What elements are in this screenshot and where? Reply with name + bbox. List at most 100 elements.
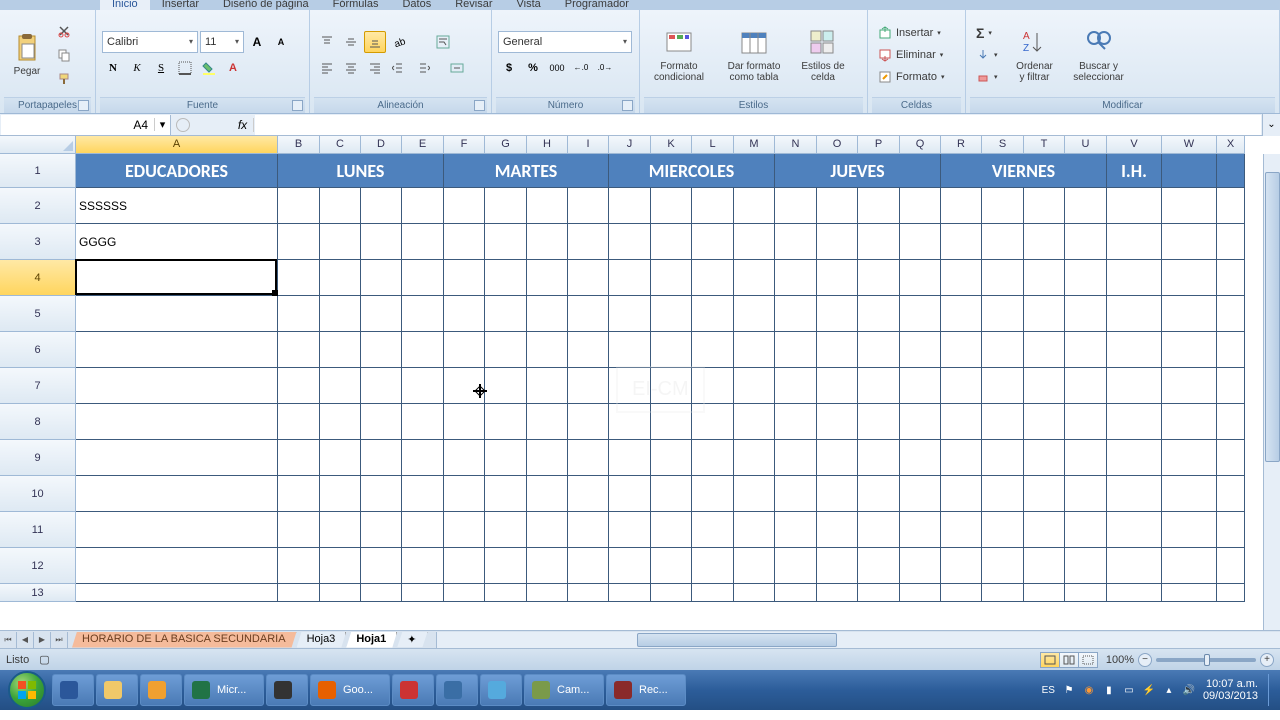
cell-F2[interactable] [444, 188, 485, 224]
cell-P11[interactable] [858, 512, 900, 548]
cell-I7[interactable] [568, 368, 609, 404]
cell-S5[interactable] [982, 296, 1024, 332]
decrease-indent-button[interactable] [388, 57, 410, 79]
cell-I4[interactable] [568, 260, 609, 296]
cell-T4[interactable] [1024, 260, 1065, 296]
cell-S10[interactable] [982, 476, 1024, 512]
col-header-G[interactable]: G [485, 136, 527, 154]
cell-A2[interactable]: SSSSSS [76, 188, 278, 224]
cell-Q8[interactable] [900, 404, 941, 440]
cell-B6[interactable] [278, 332, 320, 368]
col-header-P[interactable]: P [858, 136, 900, 154]
row-header-2[interactable]: 2 [0, 188, 76, 224]
cell-E8[interactable] [402, 404, 444, 440]
cell-C7[interactable] [320, 368, 361, 404]
cell-L10[interactable] [692, 476, 734, 512]
cell-U10[interactable] [1065, 476, 1107, 512]
cell-G4[interactable] [485, 260, 527, 296]
borders-button[interactable] [174, 57, 196, 79]
cell-W3[interactable] [1162, 224, 1217, 260]
cell-R4[interactable] [941, 260, 982, 296]
cell-N2[interactable] [775, 188, 817, 224]
cell-P6[interactable] [858, 332, 900, 368]
cell-W4[interactable] [1162, 260, 1217, 296]
cell-D2[interactable] [361, 188, 402, 224]
language-indicator[interactable]: ES [1042, 685, 1055, 696]
tab-datos[interactable]: Datos [390, 0, 443, 10]
cell-G13[interactable] [485, 584, 527, 602]
cell-X11[interactable] [1217, 512, 1245, 548]
cell-W10[interactable] [1162, 476, 1217, 512]
cell-G7[interactable] [485, 368, 527, 404]
taskbar-item-firefox[interactable]: Goo... [310, 674, 390, 706]
col-header-R[interactable]: R [941, 136, 982, 154]
cell-M5[interactable] [734, 296, 775, 332]
cell-J7[interactable] [609, 368, 651, 404]
cell-T12[interactable] [1024, 548, 1065, 584]
cell-M2[interactable] [734, 188, 775, 224]
col-header-V[interactable]: V [1107, 136, 1162, 154]
cell-B10[interactable] [278, 476, 320, 512]
cell-styles-button[interactable]: Estilos de celda [794, 16, 852, 94]
cell-J2[interactable] [609, 188, 651, 224]
cell-D13[interactable] [361, 584, 402, 602]
col-header-I[interactable]: I [568, 136, 609, 154]
cell-G10[interactable] [485, 476, 527, 512]
horizontal-scrollbar[interactable] [436, 632, 1280, 648]
cell-X6[interactable] [1217, 332, 1245, 368]
cell-R5[interactable] [941, 296, 982, 332]
cell-E11[interactable] [402, 512, 444, 548]
cell-N10[interactable] [775, 476, 817, 512]
row-header-12[interactable]: 12 [0, 548, 76, 584]
cell-W8[interactable] [1162, 404, 1217, 440]
taskbar-item-excel[interactable]: Micr... [184, 674, 264, 706]
cell-C5[interactable] [320, 296, 361, 332]
cell-L11[interactable] [692, 512, 734, 548]
align-left-button[interactable] [316, 57, 338, 79]
cell-V11[interactable] [1107, 512, 1162, 548]
col-header-O[interactable]: O [817, 136, 858, 154]
cell-Q5[interactable] [900, 296, 941, 332]
align-middle-button[interactable] [340, 31, 362, 53]
cell-P4[interactable] [858, 260, 900, 296]
show-desktop-button[interactable] [1268, 674, 1276, 706]
sheet-nav-first[interactable]: ⏮ [0, 632, 17, 648]
cell-D7[interactable] [361, 368, 402, 404]
percent-button[interactable]: % [522, 57, 544, 79]
row-header-6[interactable]: 6 [0, 332, 76, 368]
taskbar-item-movie[interactable] [436, 674, 478, 706]
cell-K7[interactable] [651, 368, 692, 404]
cell-F3[interactable] [444, 224, 485, 260]
decrease-decimal-button[interactable]: .0→ [594, 57, 616, 79]
cell-F12[interactable] [444, 548, 485, 584]
cell-V6[interactable] [1107, 332, 1162, 368]
cell-O11[interactable] [817, 512, 858, 548]
cell-T8[interactable] [1024, 404, 1065, 440]
cell-F8[interactable] [444, 404, 485, 440]
col-header-Q[interactable]: Q [900, 136, 941, 154]
thousands-button[interactable]: 000 [546, 57, 568, 79]
grow-font-button[interactable]: A [246, 31, 268, 53]
cell-V5[interactable] [1107, 296, 1162, 332]
row-header-4[interactable]: 4 [0, 260, 76, 296]
cell-F11[interactable] [444, 512, 485, 548]
cell-I13[interactable] [568, 584, 609, 602]
cell-L13[interactable] [692, 584, 734, 602]
cell-O3[interactable] [817, 224, 858, 260]
zoom-out-button[interactable]: − [1138, 653, 1152, 667]
cell-P3[interactable] [858, 224, 900, 260]
tray-shield-icon[interactable]: ◉ [1081, 682, 1097, 698]
cell-V10[interactable] [1107, 476, 1162, 512]
increase-decimal-button[interactable]: ←.0 [570, 57, 592, 79]
col-header-W[interactable]: W [1162, 136, 1217, 154]
find-select-button[interactable]: Buscar y seleccionar [1066, 16, 1132, 94]
row-header-10[interactable]: 10 [0, 476, 76, 512]
cell-N3[interactable] [775, 224, 817, 260]
cell-P5[interactable] [858, 296, 900, 332]
cell-H2[interactable] [527, 188, 568, 224]
cell-W11[interactable] [1162, 512, 1217, 548]
cell-A5[interactable] [76, 296, 278, 332]
cell-V3[interactable] [1107, 224, 1162, 260]
cell-N11[interactable] [775, 512, 817, 548]
cell-T13[interactable] [1024, 584, 1065, 602]
